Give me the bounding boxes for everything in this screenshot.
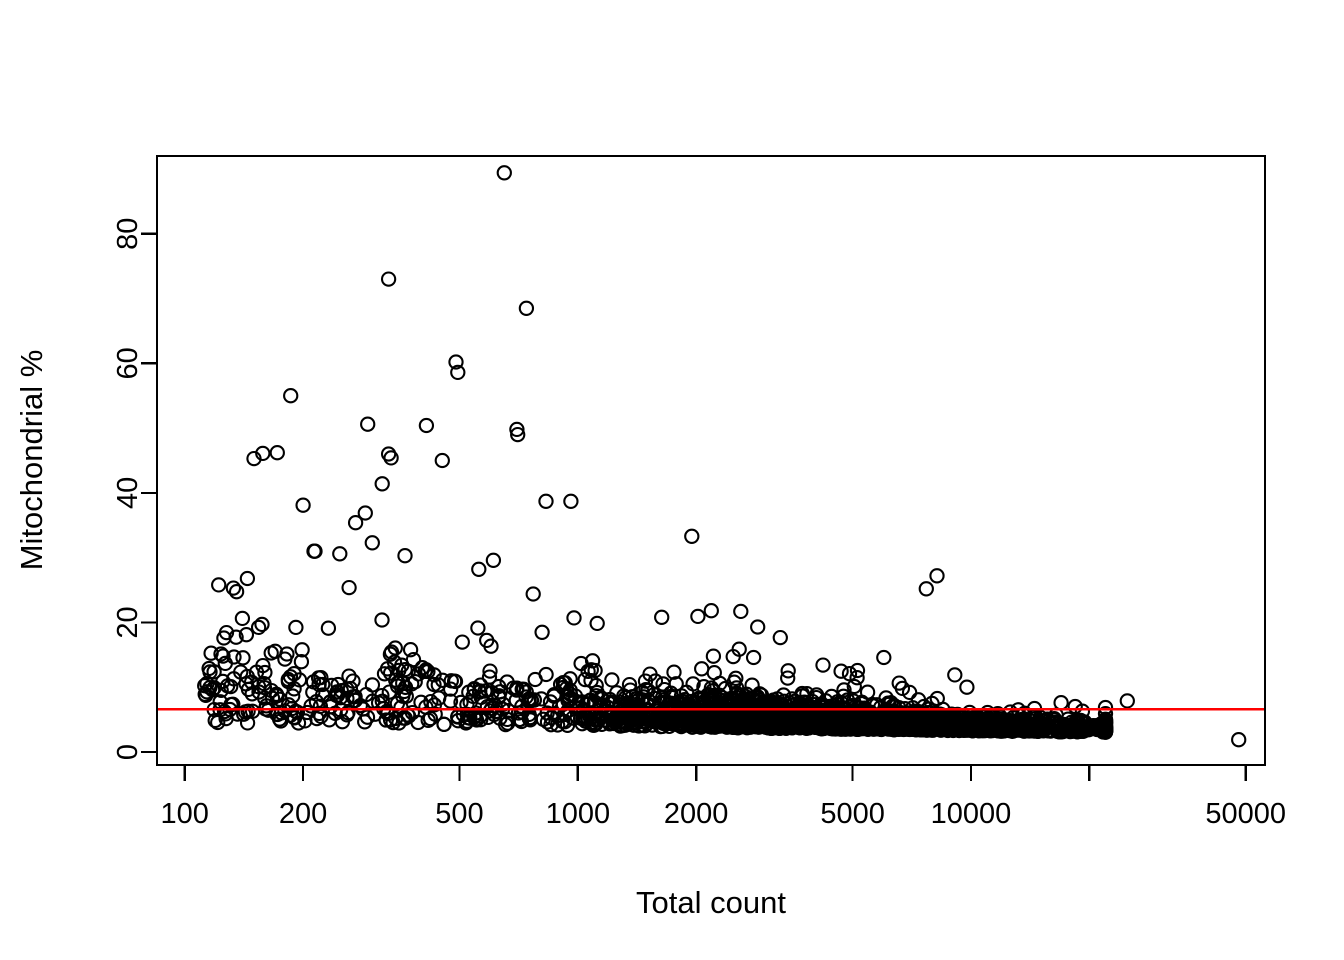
scatter-point [234, 610, 251, 627]
scatter-point [364, 535, 380, 551]
x-axis-ticks: 100 200 500 1000 2000 5000 10000 50000 [161, 765, 1286, 830]
scatter-point [566, 610, 582, 626]
scatter-point [815, 657, 831, 673]
scatter-point [239, 570, 256, 587]
scatter-point [470, 620, 486, 636]
x-tick-label: 10000 [931, 798, 1012, 830]
scatter-point [684, 528, 700, 544]
y-axis-title: Mitochondrial % [14, 350, 49, 571]
scatter-point [833, 663, 849, 679]
scatter-point [228, 584, 245, 600]
scatter-point [918, 581, 934, 597]
scatter-point [772, 629, 788, 646]
scatter-point [269, 445, 285, 461]
scatter-point [929, 568, 945, 584]
y-tick-label: 20 [112, 606, 144, 638]
x-tick-label: 100 [161, 798, 209, 830]
scatter-point [959, 679, 975, 695]
scatter-point [703, 603, 719, 619]
scatter-point [288, 619, 304, 636]
y-tick-label: 80 [112, 218, 144, 250]
scatter-point [1231, 732, 1247, 748]
scatter-point [295, 497, 311, 513]
scatter-point [380, 271, 397, 287]
scatter-point [283, 388, 299, 404]
scatter-point [947, 667, 963, 683]
scatter-point [706, 665, 722, 681]
x-tick-label: 5000 [820, 798, 885, 830]
scatter-point [383, 450, 399, 466]
scatter-point [347, 515, 364, 531]
scatter-point [604, 672, 620, 688]
scatter-point [332, 546, 348, 562]
scatter-point [254, 616, 270, 633]
scatter-point [454, 634, 470, 650]
scatter-point [374, 612, 390, 628]
scatter-point [1119, 693, 1135, 709]
scatter-plot-figure: 100 200 500 1000 2000 5000 10000 50000 0 20 40 60 8… [0, 0, 1344, 960]
scatter-point [225, 580, 242, 596]
x-tick-label: 50000 [1205, 798, 1286, 830]
scatter-point [418, 417, 435, 434]
scatter-point [705, 648, 722, 664]
x-tick-label: 200 [279, 798, 327, 830]
x-tick-label: 2000 [664, 798, 729, 830]
y-axis-ticks: 0 20 40 60 80 [112, 218, 157, 760]
scatter-point [1053, 695, 1069, 711]
scatter-point [654, 609, 670, 625]
scatter-point [496, 165, 512, 181]
y-tick-label: 40 [112, 477, 144, 509]
scatter-point [745, 649, 762, 666]
y-tick-label: 0 [112, 744, 144, 760]
data-points-layer [197, 165, 1247, 748]
y-tick-label: 60 [112, 347, 144, 379]
scatter-point [360, 416, 376, 432]
scatter-point [563, 493, 579, 509]
scatter-point [525, 586, 541, 602]
scatter-point [250, 619, 267, 636]
scatter-point [876, 649, 892, 666]
scatter-point [534, 624, 550, 640]
scatter-point [690, 608, 706, 625]
scatter-point [750, 619, 766, 635]
scatter-point [859, 684, 876, 700]
scatter-point [434, 452, 450, 469]
scatter-point [527, 671, 543, 688]
scatter-point [694, 661, 710, 677]
scatter-point [341, 579, 357, 596]
scatter-point [320, 620, 337, 636]
scatter-point [374, 476, 390, 492]
scatter-point [485, 552, 502, 568]
x-tick-label: 500 [435, 798, 483, 830]
scatter-point [589, 615, 605, 632]
scatter-point [471, 561, 487, 577]
scatter-point [364, 677, 381, 693]
scatter-point [733, 603, 749, 620]
scatter-point [203, 645, 219, 661]
scatter-point [538, 493, 554, 509]
x-axis-title: Total count [636, 885, 786, 920]
scatter-point [211, 577, 227, 593]
x-tick-label: 1000 [546, 798, 611, 830]
scatter-point [518, 300, 535, 316]
scatter-point [235, 650, 251, 666]
scatter-point [397, 548, 413, 564]
mitochondrial-vs-total-count-scatter: 100 200 500 1000 2000 5000 10000 50000 0 20 40 60 8… [14, 154, 1286, 920]
